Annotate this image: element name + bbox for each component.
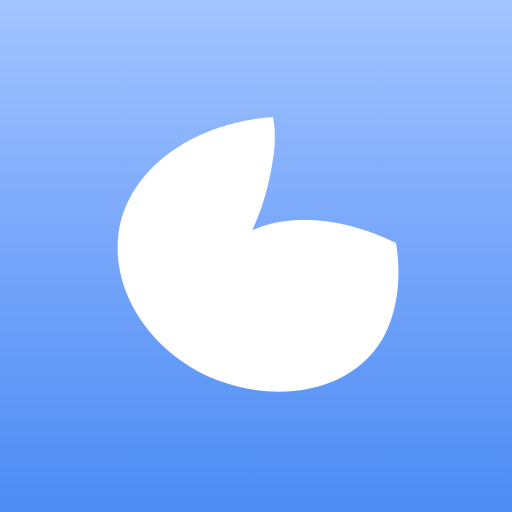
outer-leaf-shape [117, 117, 399, 392]
app-icon [0, 0, 512, 512]
sprouting-leaves-icon [117, 117, 399, 392]
